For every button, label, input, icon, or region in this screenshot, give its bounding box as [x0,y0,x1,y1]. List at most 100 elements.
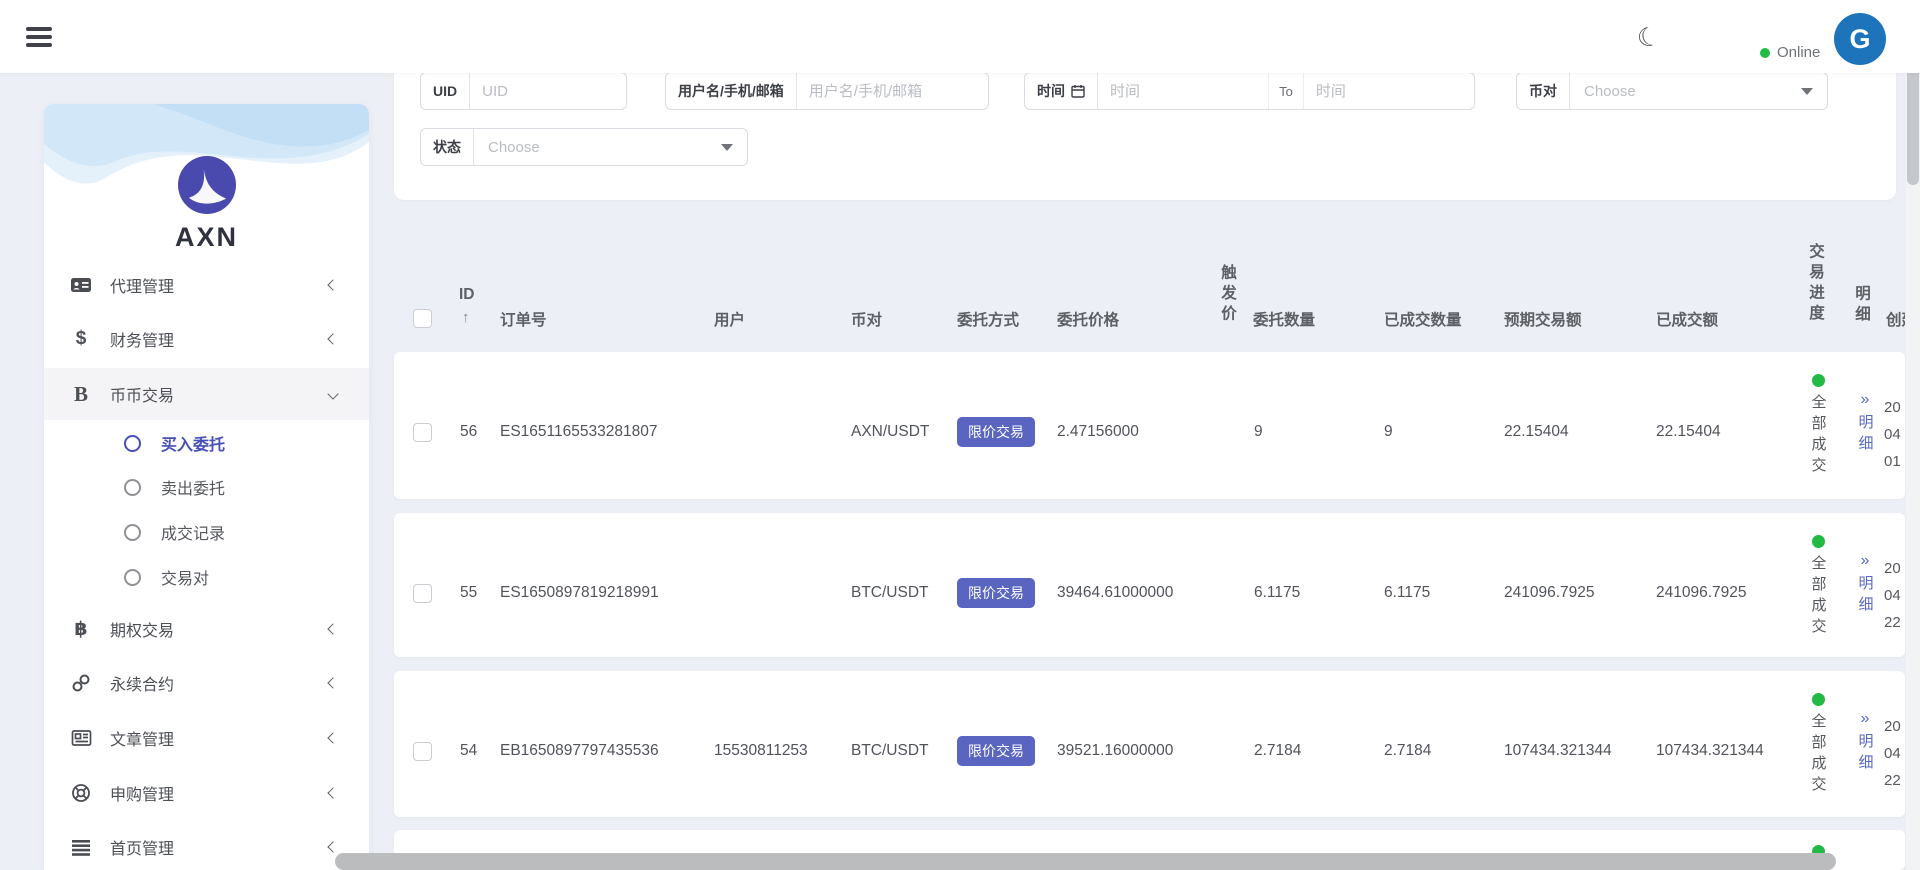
cell-pair: BTC/USDT [851,575,929,611]
sidebar-item-articles[interactable]: 文章管理 [44,716,369,760]
time-end-input[interactable] [1304,73,1474,109]
col-header-detail: 明细 [1850,285,1872,326]
col-header-trigger: 触发价 [1216,264,1238,326]
sidebar-subitem-buy-orders[interactable]: 买入委托 [44,423,369,463]
double-chevron-icon: » [1861,392,1870,408]
sidebar-item-label: 首页管理 [110,835,174,859]
order-type-badge: 限价交易 [957,578,1035,608]
sidebar-item-options-trade[interactable]: ฿ 期权交易 [44,607,369,651]
sidebar-item-label: 申购管理 [110,781,174,805]
uid-input[interactable] [470,73,626,109]
row-checkbox[interactable] [413,584,432,603]
pair-select[interactable]: Choose [1570,73,1801,109]
cell-amount: 9 [1254,414,1263,450]
cell-order-no: ES1651165533281807 [500,414,657,450]
order-type-badge: 限价交易 [957,736,1035,766]
page: AXN 代理管理 $ 财务管理 B 币币交易 买入委托 卖出委托 [0,0,1920,870]
cell-id: 54 [460,733,477,769]
row-checkbox[interactable] [413,423,432,442]
status-dot-icon [1812,374,1825,387]
sidebar-item-spot-trade[interactable]: B 币币交易 [44,368,369,420]
cell-expected-value: 107434.321344 [1504,733,1612,769]
sidebar-item-label: 文章管理 [110,726,174,750]
col-header-user: 用户 [714,308,745,330]
top-bar: ☾ Online G [0,0,1920,73]
user-input[interactable] [797,73,988,109]
sidebar-item-finance[interactable]: $ 财务管理 [44,317,369,361]
uid-filter-label: UID [421,73,470,109]
col-header-pair: 币对 [851,308,882,330]
col-header-price: 委托价格 [1057,308,1119,330]
sidebar-item-label: 财务管理 [110,327,174,351]
user-filter-label: 用户名/手机/邮箱 [666,73,797,109]
sidebar-item-label: 永续合约 [110,671,174,695]
sidebar-item-perpetual[interactable]: 永续合约 [44,661,369,705]
sidebar: AXN 代理管理 $ 财务管理 B 币币交易 买入委托 卖出委托 [44,104,369,870]
detail-link[interactable]: » 明细 [1854,392,1876,456]
sort-ascending-icon[interactable]: ↑ [462,309,470,326]
dollar-icon: $ [68,328,94,350]
sidebar-item-label: 期权交易 [110,617,174,641]
dark-mode-moon-icon[interactable]: ☾ [1634,20,1664,56]
progress-status: 全部成交 [1806,535,1830,639]
horizontal-scrollbar[interactable] [335,853,1836,870]
cell-created: 20 04 01 [1884,394,1905,475]
cell-filled-amount: 9 [1384,414,1393,450]
chevron-left-icon [327,279,338,290]
status-filter-label: 状态 [421,129,474,165]
sidebar-subitem-trade-records[interactable]: 成交记录 [44,512,369,552]
status-filter-group: 状态 Choose [420,128,748,166]
sidebar-subitem-trade-pairs[interactable]: 交易对 [44,557,369,597]
status-dot-icon [1812,693,1825,706]
time-to-separator: To [1268,73,1304,109]
life-ring-icon [68,783,94,803]
cell-filled-value: 107434.321344 [1656,733,1764,769]
sidebar-item-label: 代理管理 [110,273,174,297]
table-row: 56 ES1651165533281807 AXN/USDT 限价交易 2.47… [394,352,1905,499]
cell-user: 15530811253 [714,733,808,769]
detail-text: 明细 [1855,414,1876,456]
col-header-created: 创建时间 [1886,308,1905,330]
user-avatar[interactable]: G [1834,13,1886,65]
chevron-down-icon [327,388,338,399]
caret-down-icon [1801,88,1813,95]
row-checkbox[interactable] [413,742,432,761]
col-header-progress: 交易进度 [1804,243,1826,325]
online-dot-icon [1760,48,1770,58]
sidebar-item-agent[interactable]: 代理管理 [44,263,369,307]
detail-link[interactable]: » 明细 [1854,553,1876,617]
status-select[interactable]: Choose [474,129,721,165]
coin-b-icon: B [68,382,94,407]
link-icon [68,673,94,693]
sidebar-item-subscription[interactable]: 申购管理 [44,771,369,815]
sidebar-item-homepage[interactable]: 首页管理 [44,825,369,869]
cell-created: 20 04 22 [1884,713,1905,794]
detail-link[interactable]: » 明细 [1854,711,1876,775]
cell-id: 55 [460,575,477,611]
cell-amount: 6.1175 [1254,575,1300,611]
vertical-scrollbar-thumb[interactable] [1907,62,1919,185]
detail-text: 明细 [1855,733,1876,775]
progress-status: 全部成交 [1806,374,1830,478]
col-header-id[interactable]: ID [459,286,475,304]
detail-text: 明细 [1855,575,1876,617]
col-header-expected-value: 预期交易额 [1504,308,1582,330]
status-dot-icon [1812,535,1825,548]
chevron-left-icon [327,333,338,344]
bitcoin-icon: ฿ [68,618,94,641]
time-filter-label: 时间 [1025,73,1098,109]
time-start-input[interactable] [1098,73,1268,109]
radio-circle-icon [124,569,141,586]
cell-price: 2.47156000 [1057,414,1139,450]
select-all-checkbox[interactable] [413,309,432,328]
brand-name: AXN [44,222,369,253]
sidebar-subitem-sell-orders[interactable]: 卖出委托 [44,467,369,507]
order-type-badge: 限价交易 [957,417,1035,447]
online-status: Online [1760,44,1820,61]
hamburger-menu-icon[interactable] [26,27,52,47]
radio-circle-icon [124,524,141,541]
uid-filter-group: UID [420,72,627,110]
table-row: 55 ES1650897819218991 BTC/USDT 限价交易 3946… [394,513,1905,657]
col-header-type: 委托方式 [957,308,1019,330]
radio-circle-icon [124,435,141,452]
